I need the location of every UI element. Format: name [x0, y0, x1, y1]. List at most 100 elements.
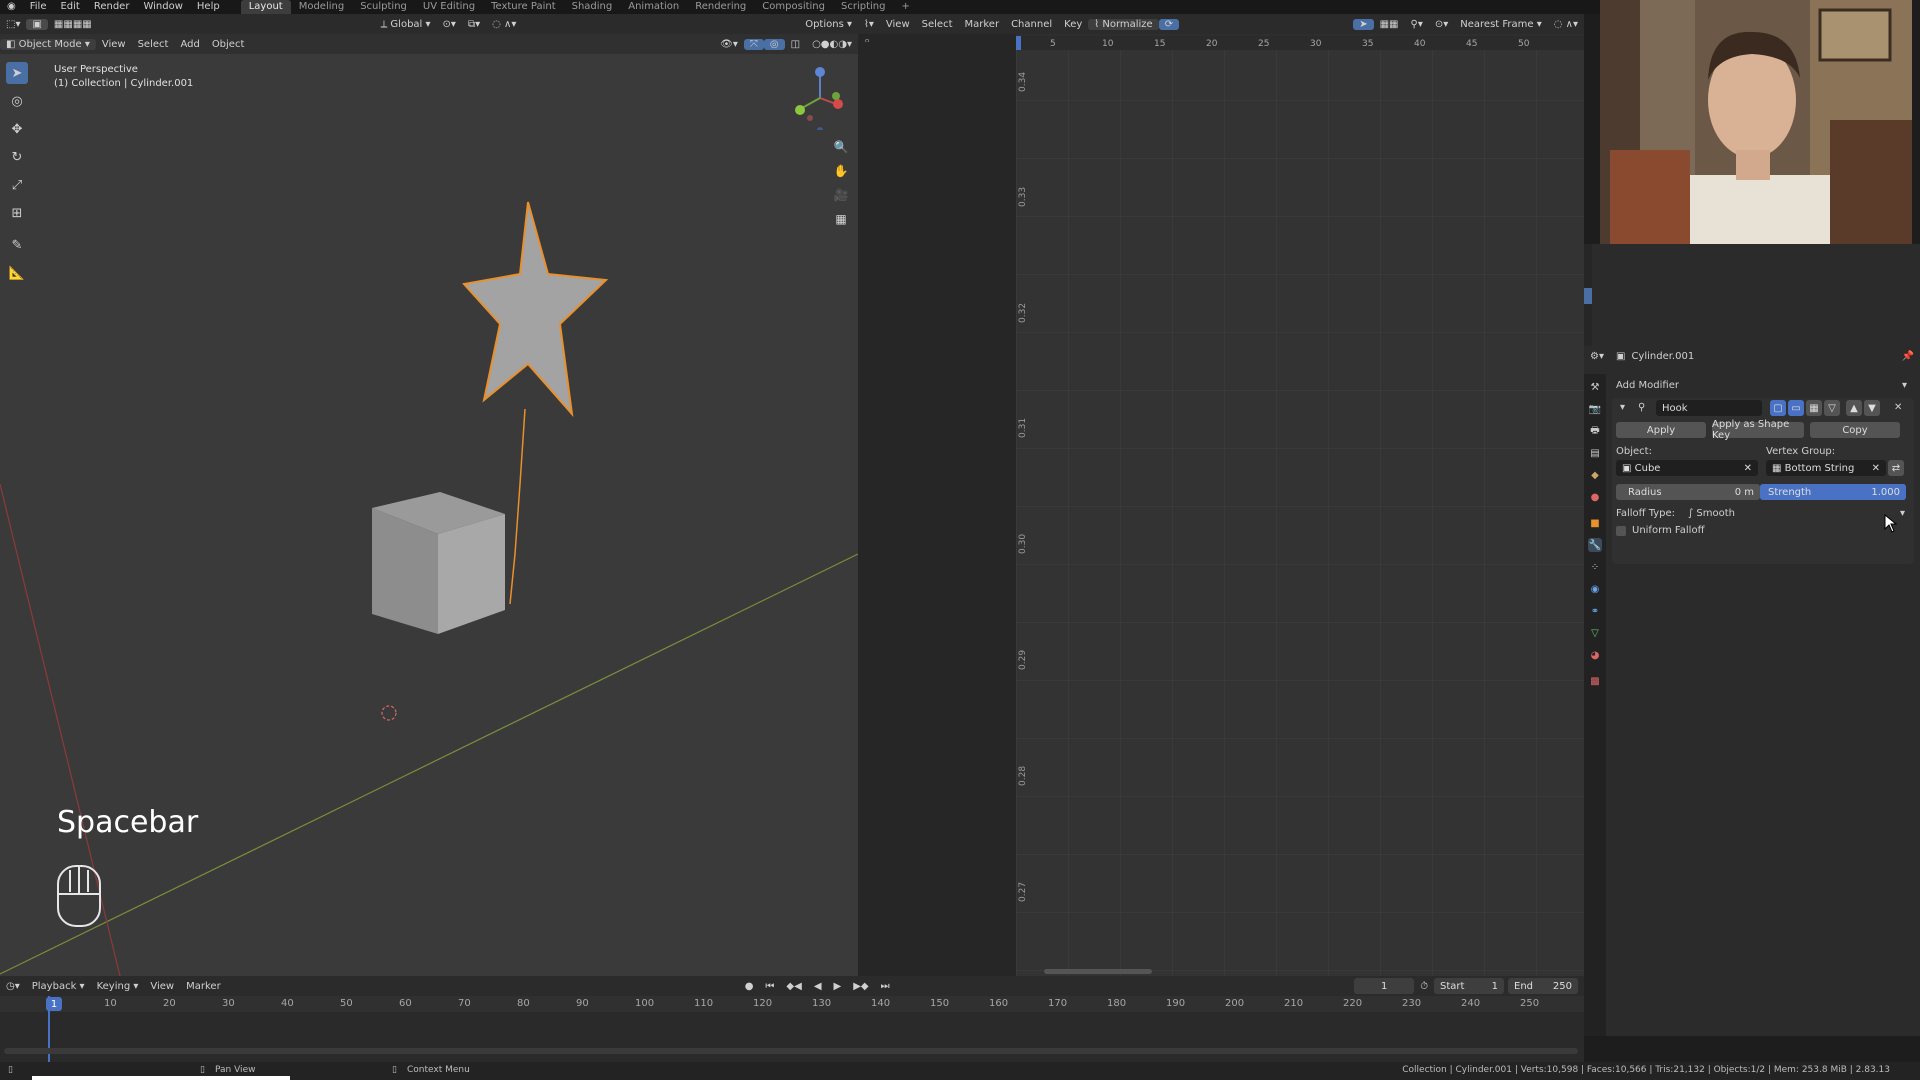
properties-editor[interactable]: ⚙▾ ▣ Cylinder.001 📌 ⚒ 📷 🖶 ▤ ◆ ● ■ 🔧 ⁘ ◉ …	[1584, 346, 1920, 1036]
graph-x-tick: 35	[1362, 39, 1374, 49]
tab-texture-paint[interactable]: Texture Paint	[483, 0, 564, 14]
only-selected-icon[interactable]: ➤	[1353, 18, 1374, 30]
invert-vertex-group-icon[interactable]: ⇄	[1888, 460, 1904, 476]
uniform-falloff-checkbox[interactable]	[1616, 526, 1626, 536]
normalize-toggle[interactable]: ⌇ Normalize	[1088, 18, 1159, 30]
graph-menu-select[interactable]: Select	[916, 19, 959, 30]
output-tab-icon[interactable]: 🖶	[1588, 424, 1602, 438]
view-layer-tab-icon[interactable]: ▤	[1588, 446, 1602, 460]
snap-mode-label: Nearest Frame	[1460, 18, 1534, 30]
menu-help[interactable]: Help	[190, 0, 227, 14]
graph-editor[interactable]: ⌇▾ View Select Marker Channel Key ⌇ Norm…	[858, 14, 1584, 976]
particles-tab-icon[interactable]: ⁘	[1588, 560, 1602, 574]
constraints-tab-icon[interactable]: ⚭	[1588, 604, 1602, 618]
top-menu-bar: ◉ File Edit Render Window Help Layout Mo…	[0, 0, 1600, 14]
blender-logo-icon[interactable]: ◉	[0, 0, 23, 14]
horizontal-scrollbar[interactable]	[1044, 969, 1152, 974]
add-modifier-chevron-icon[interactable]: ▾	[1902, 380, 1907, 391]
menu-edit[interactable]: Edit	[53, 0, 86, 14]
filter-icon[interactable]: ⚲▾	[1405, 19, 1429, 30]
timeline-frame-tick: 30	[222, 998, 235, 1009]
current-frame-marker[interactable]	[1016, 36, 1021, 50]
tab-animation[interactable]: Animation	[620, 0, 687, 14]
properties-editor-type-icon[interactable]: ⚙▾	[1584, 351, 1610, 362]
channel-region[interactable]	[858, 42, 1016, 976]
world-tab-icon[interactable]: ●	[1588, 490, 1602, 504]
falloff-type-value: Smooth	[1696, 508, 1735, 519]
graph-y-tick: 0.31	[1018, 417, 1028, 438]
strength-slider[interactable]: Strength 1.000	[1760, 484, 1906, 500]
clear-vertex-group-icon[interactable]: ✕	[1872, 463, 1880, 474]
add-workspace-button[interactable]: +	[893, 0, 917, 14]
render-toggle-icon[interactable]: ▦	[1806, 400, 1822, 416]
graph-editor-type-icon[interactable]: ⌇▾	[858, 19, 880, 30]
vertex-group-value: Bottom String	[1784, 462, 1855, 474]
timeline-frame-tick: 180	[1107, 998, 1127, 1009]
outliner-selected-row[interactable]	[1584, 288, 1592, 304]
falloff-chevron-icon[interactable]: ▾	[1900, 508, 1905, 519]
physics-tab-icon[interactable]: ◉	[1588, 582, 1602, 596]
timeline-frame-tick: 170	[1048, 998, 1068, 1009]
tool-tab-icon[interactable]: ⚒	[1588, 380, 1602, 394]
timeline-scrollbar[interactable]	[4, 1048, 1578, 1054]
vertex-group-field[interactable]: ▦ Bottom String ✕	[1766, 460, 1886, 476]
tab-compositing[interactable]: Compositing	[754, 0, 833, 14]
modifier-tab-icon[interactable]: 🔧	[1588, 538, 1602, 552]
scene-tab-icon[interactable]: ◆	[1588, 468, 1602, 482]
collapse-chevron-icon[interactable]: ▾	[1620, 402, 1625, 413]
tab-shading[interactable]: Shading	[564, 0, 621, 14]
graph-x-tick: 45	[1466, 39, 1478, 49]
graph-menu-view[interactable]: View	[880, 19, 916, 30]
apply-as-shape-key-button[interactable]: Apply as Shape Key	[1712, 419, 1804, 441]
edit-mode-toggle-icon[interactable]: ▢	[1770, 400, 1786, 416]
radius-field[interactable]: Radius 0 m	[1616, 484, 1760, 500]
properties-tabs: ⚒ 📷 🖶 ▤ ◆ ● ■ 🔧 ⁘ ◉ ⚭ ▽ ◕ ▩	[1584, 374, 1606, 1036]
snap-mode-dropdown[interactable]: Nearest Frame ▾	[1454, 19, 1547, 30]
object-field[interactable]: ▣ Cube ✕	[1616, 460, 1758, 476]
render-tab-icon[interactable]: 📷	[1588, 402, 1602, 416]
tab-modeling[interactable]: Modeling	[291, 0, 353, 14]
active-object-name: Cylinder.001	[1631, 350, 1695, 362]
proportional-graph-icon[interactable]: ◌ ∧▾	[1548, 19, 1584, 30]
graph-menu-key[interactable]: Key	[1058, 19, 1088, 30]
pin-icon[interactable]: 📌	[1896, 351, 1920, 362]
menu-render[interactable]: Render	[87, 0, 137, 14]
refresh-icon[interactable]: ⟳	[1158, 18, 1180, 30]
object-tab-icon[interactable]: ■	[1588, 516, 1602, 530]
3d-viewport[interactable]: ⬚▾ ▣ ▦▦▦▦ ⟂ Global ▾ ⊙▾ ⧉▾ ◌ ∧▾ Options …	[0, 14, 858, 976]
menu-file[interactable]: File	[23, 0, 54, 14]
timeline-frame-tick: 140	[871, 998, 891, 1009]
timeline-frame-tick: 240	[1461, 998, 1481, 1009]
menu-window[interactable]: Window	[136, 0, 189, 14]
tab-scripting[interactable]: Scripting	[833, 0, 893, 14]
move-down-icon[interactable]: ▼	[1864, 400, 1880, 416]
show-hidden-icon[interactable]: ▦▦	[1374, 19, 1405, 30]
tab-rendering[interactable]: Rendering	[687, 0, 754, 14]
apply-button[interactable]: Apply	[1616, 422, 1706, 438]
tab-sculpting[interactable]: Sculpting	[352, 0, 415, 14]
graph-menu-marker[interactable]: Marker	[959, 19, 1006, 30]
copy-button[interactable]: Copy	[1810, 422, 1900, 438]
cage-toggle-icon[interactable]: ▽	[1824, 400, 1840, 416]
pivot-graph-icon[interactable]: ⊙▾	[1429, 19, 1454, 30]
object-data-tab-icon[interactable]: ▽	[1588, 626, 1602, 640]
properties-header: ⚙▾ ▣ Cylinder.001 📌	[1584, 346, 1920, 366]
add-modifier-dropdown[interactable]: Add Modifier	[1616, 380, 1679, 391]
falloff-type-dropdown[interactable]: ∫ Smooth	[1688, 508, 1735, 519]
material-tab-icon[interactable]: ◕	[1588, 648, 1602, 662]
timeline-frame-tick: 100	[635, 998, 655, 1009]
realtime-toggle-icon[interactable]: ▭	[1788, 400, 1804, 416]
timeline-editor[interactable]: ◷▾ Playback ▾ Keying ▾ View Marker ● ⏮ ◆…	[0, 976, 1584, 1062]
modifier-name-input[interactable]: Hook	[1656, 400, 1762, 416]
graph-canvas[interactable]	[1016, 42, 1584, 976]
texture-tab-icon[interactable]: ▩	[1588, 674, 1602, 688]
tab-uv-editing[interactable]: UV Editing	[415, 0, 483, 14]
graph-menu-channel[interactable]: Channel	[1005, 19, 1058, 30]
remove-modifier-icon[interactable]: ✕	[1894, 402, 1902, 413]
tab-layout[interactable]: Layout	[240, 0, 291, 14]
timeline-frame-tick: 210	[1284, 998, 1304, 1009]
graph-x-tick: 20	[1206, 39, 1218, 49]
outliner-region[interactable]	[1584, 244, 1920, 346]
move-up-icon[interactable]: ▲	[1846, 400, 1862, 416]
clear-object-icon[interactable]: ✕	[1744, 463, 1752, 474]
